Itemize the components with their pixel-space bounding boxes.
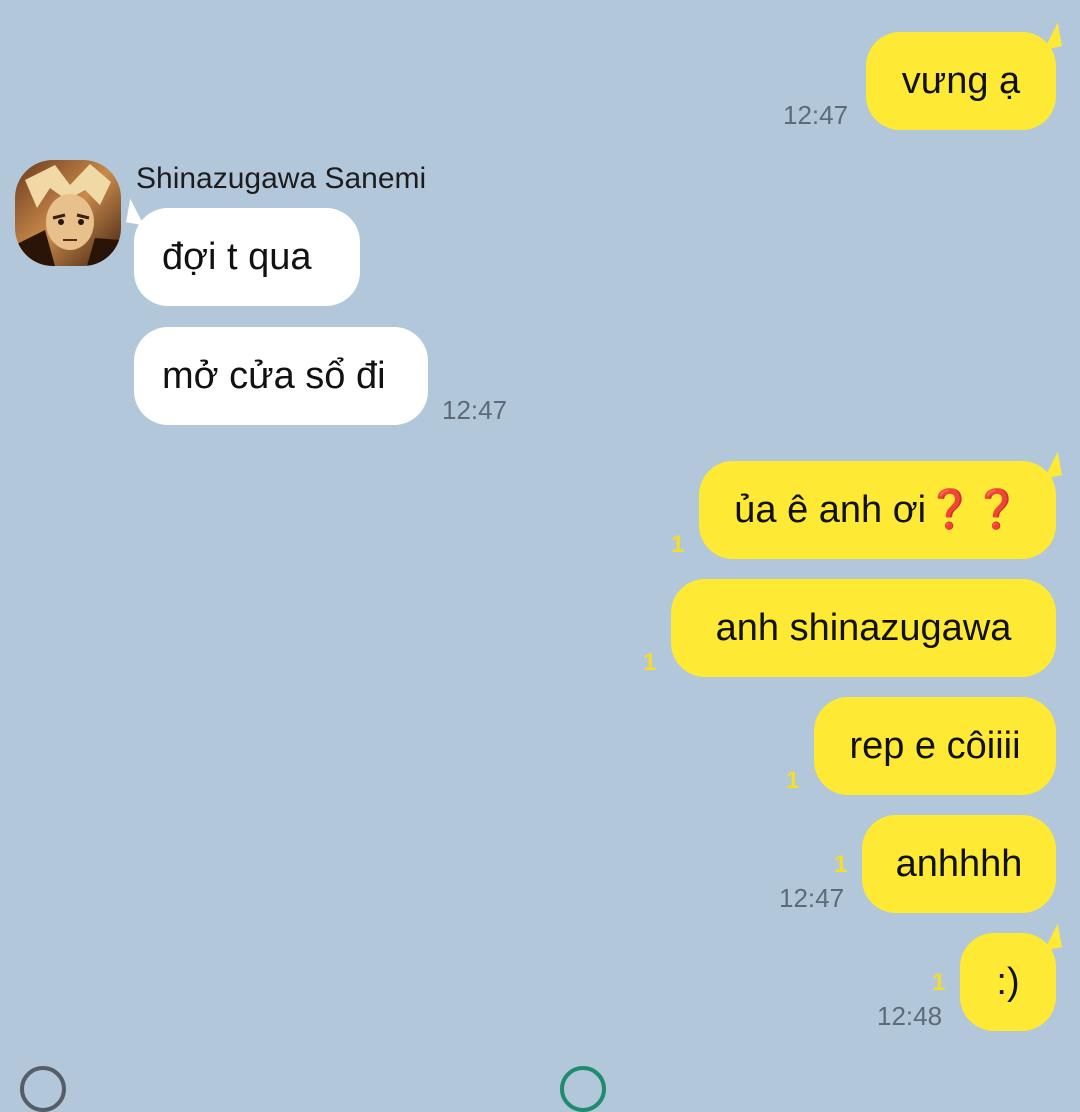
bubble-tail xyxy=(1040,22,1062,50)
message-text: :) xyxy=(996,960,1020,1003)
message-bubble-received[interactable]: mở cửa sổ đi xyxy=(134,327,428,425)
message-bubble-sent[interactable]: rep e côiiii xyxy=(814,697,1056,795)
message-bubble-sent[interactable]: vưng ạ xyxy=(866,22,1062,130)
message-text: anhhhh xyxy=(895,842,1023,885)
message-timestamp: 12:47 xyxy=(783,100,849,130)
unread-count: 1 xyxy=(643,649,657,676)
message-timestamp: 12:48 xyxy=(877,1001,943,1031)
unread-count: 1 xyxy=(834,851,848,878)
message-text: mở cửa sổ đi xyxy=(162,354,386,397)
message-text: rep e côiiii xyxy=(849,724,1021,767)
message-timestamp: 12:47 xyxy=(442,395,508,425)
bubble-tail xyxy=(1040,451,1062,479)
message-bubble-sent[interactable]: anhhhh xyxy=(862,815,1056,913)
bottom-center-circle-icon[interactable] xyxy=(560,1066,606,1112)
bubble-tail xyxy=(1040,923,1062,951)
unread-count: 1 xyxy=(786,767,800,794)
question-mark-emoji-icon: ❓❓ xyxy=(926,489,1021,531)
message-text: ủa ê anh ơi xyxy=(734,488,927,531)
unread-count: 1 xyxy=(671,531,685,558)
bottom-left-circle-icon[interactable] xyxy=(20,1066,66,1112)
message-text: anh shinazugawa xyxy=(715,606,1012,649)
unread-count: 1 xyxy=(932,969,946,996)
contact-avatar[interactable] xyxy=(15,160,121,266)
message-timestamp: 12:47 xyxy=(779,883,845,913)
message-bubble-sent[interactable]: ủa ê anh ơi ❓❓ xyxy=(699,451,1062,559)
message-bubble-sent[interactable]: anh shinazugawa xyxy=(671,579,1056,677)
anime-character-avatar-icon xyxy=(15,160,121,266)
message-bubble-received[interactable]: đợi t qua xyxy=(126,198,360,306)
bubble-tail xyxy=(126,198,148,226)
message-text: đợi t qua xyxy=(162,235,312,278)
message-text: vưng ạ xyxy=(901,59,1021,102)
sender-name: Shinazugawa Sanemi xyxy=(136,162,427,195)
message-bubble-sent[interactable]: :) xyxy=(960,923,1062,1031)
